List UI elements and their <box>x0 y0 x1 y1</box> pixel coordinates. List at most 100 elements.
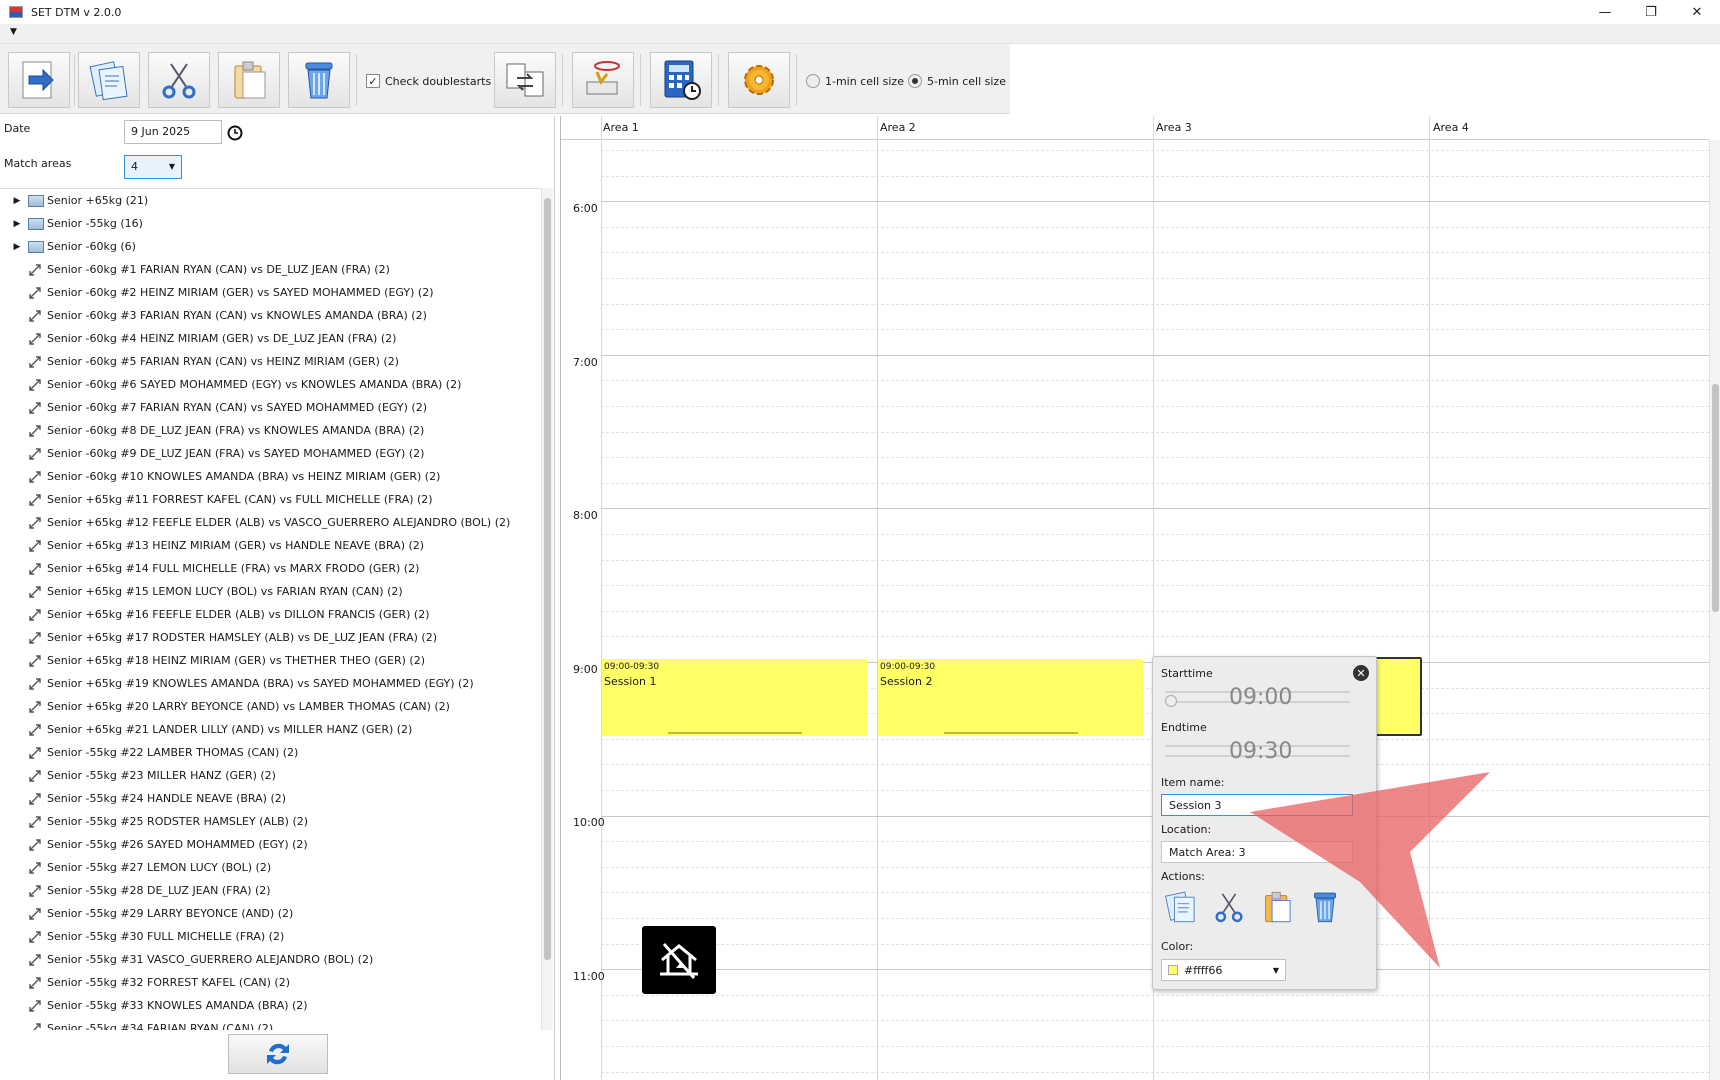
area-column-divider <box>877 116 878 1080</box>
expand-arrow-icon[interactable]: ▶ <box>10 219 24 229</box>
cell-size-1min[interactable]: 1-min cell size <box>806 74 904 88</box>
calculator-button[interactable] <box>650 52 712 108</box>
match-list-item[interactable]: Senior +65kg #15 LEMON LUCY (BOL) vs FAR… <box>0 580 540 603</box>
settings-button[interactable] <box>728 52 790 108</box>
match-list-item[interactable]: Senior -55kg #23 MILLER HANZ (GER) (2) <box>0 764 540 787</box>
match-icon <box>29 815 41 828</box>
expand-arrow-icon[interactable]: ▶ <box>10 242 24 252</box>
match-list-item[interactable]: Senior -60kg #9 DE_LUZ JEAN (FRA) vs SAY… <box>0 442 540 465</box>
match-icon <box>29 447 41 460</box>
close-icon[interactable]: ✕ <box>1353 665 1369 681</box>
scrollbar-thumb[interactable] <box>544 198 551 960</box>
match-list-panel: Date 9 Jun 2025 Match areas 4 ▼ ▶ Senior … <box>0 116 555 1080</box>
time-slot-line <box>601 559 1709 561</box>
date-field[interactable]: 9 Jun 2025 <box>124 120 222 144</box>
match-list-item[interactable]: Senior -55kg #29 LARRY BEYONCE (AND) (2) <box>0 902 540 925</box>
endtime-slider[interactable]: 09:30 <box>1165 739 1350 764</box>
match-list-item[interactable]: Senior +65kg #20 LARRY BEYONCE (AND) vs … <box>0 695 540 718</box>
match-list-item[interactable]: Senior -55kg #31 VASCO_GUERRERO ALEJANDR… <box>0 948 540 971</box>
tree-folder[interactable]: ▶ Senior +65kg (21) <box>0 189 540 212</box>
match-list-item[interactable]: Senior +65kg #17 RODSTER HAMSLEY (ALB) v… <box>0 626 540 649</box>
delete-button[interactable] <box>288 52 350 108</box>
match-list-item[interactable]: Senior -60kg #1 FARIAN RYAN (CAN) vs DE_… <box>0 258 540 281</box>
match-list-item[interactable]: Senior +65kg #19 KNOWLES AMANDA (BRA) vs… <box>0 672 540 695</box>
import-icon <box>586 61 620 95</box>
match-list-item[interactable]: Senior -60kg #2 HEINZ MIRIAM (GER) vs SA… <box>0 281 540 304</box>
cell-size-5min[interactable]: 5-min cell size <box>908 74 1006 88</box>
slider-knob[interactable] <box>1165 695 1177 707</box>
swap-button[interactable] <box>494 52 556 108</box>
menu-bar: ▼ <box>0 24 1720 44</box>
match-list-item[interactable]: Senior -60kg #7 FARIAN RYAN (CAN) vs SAY… <box>0 396 540 419</box>
cell-size-1min-radio[interactable] <box>806 74 820 88</box>
match-list-item[interactable]: Senior +65kg #11 FORREST KAFEL (CAN) vs … <box>0 488 540 511</box>
scissors-icon[interactable] <box>1211 889 1247 925</box>
match-list-item[interactable]: Senior +65kg #12 FEEFLE ELDER (ALB) vs V… <box>0 511 540 534</box>
time-slot-line <box>601 380 1709 382</box>
match-icon <box>29 1022 41 1030</box>
match-list-item[interactable]: Senior -55kg #27 LEMON LUCY (BOL) (2) <box>0 856 540 879</box>
copy-icon[interactable] <box>1163 889 1199 925</box>
clock-icon[interactable] <box>227 125 243 141</box>
time-slot-line <box>601 354 1709 356</box>
match-list-item[interactable]: Senior -55kg #30 FULL MICHELLE (FRA) (2) <box>0 925 540 948</box>
match-list-item[interactable]: Senior +65kg #13 HEINZ MIRIAM (GER) vs H… <box>0 534 540 557</box>
disconnected-network-button[interactable] <box>642 926 716 994</box>
resize-handle[interactable] <box>668 732 802 734</box>
match-list-item[interactable]: Senior -60kg #3 FARIAN RYAN (CAN) vs KNO… <box>0 304 540 327</box>
color-swatch <box>1168 965 1178 975</box>
match-list-item[interactable]: Senior -60kg #8 DE_LUZ JEAN (FRA) vs KNO… <box>0 419 540 442</box>
time-label: 6:00 <box>573 202 598 215</box>
menu-dropdown-icon[interactable]: ▼ <box>10 27 17 37</box>
match-icon <box>29 654 41 667</box>
close-button[interactable]: ✕ <box>1674 0 1720 24</box>
match-list-scrollbar[interactable] <box>541 188 553 1030</box>
refresh-button[interactable] <box>228 1034 328 1074</box>
match-list-item[interactable]: Senior +65kg #21 LANDER LILLY (AND) vs M… <box>0 718 540 741</box>
match-list-item[interactable]: Senior -55kg #24 HANDLE NEAVE (BRA) (2) <box>0 787 540 810</box>
match-list-item[interactable]: Senior -60kg #6 SAYED MOHAMMED (EGY) vs … <box>0 373 540 396</box>
cut-button[interactable] <box>148 52 210 108</box>
match-list-item[interactable]: Senior +65kg #14 FULL MICHELLE (FRA) vs … <box>0 557 540 580</box>
match-list-item[interactable]: Senior -55kg #32 FORREST KAFEL (CAN) (2) <box>0 971 540 994</box>
time-slot-line <box>601 1071 1709 1073</box>
match-list-item[interactable]: Senior -55kg #26 SAYED MOHAMMED (EGY) (2… <box>0 833 540 856</box>
item-name-label: Item name: <box>1161 776 1225 789</box>
resize-handle[interactable] <box>944 732 1078 734</box>
schedule-scrollbar[interactable] <box>1709 140 1720 1080</box>
cell-size-5min-radio[interactable] <box>908 74 922 88</box>
match-list-item[interactable]: Senior -55kg #22 LAMBER THOMAS (CAN) (2) <box>0 741 540 764</box>
match-list-item[interactable]: Senior -55kg #25 RODSTER HAMSLEY (ALB) (… <box>0 810 540 833</box>
match-list-item[interactable]: Senior +65kg #18 HEINZ MIRIAM (GER) vs T… <box>0 649 540 672</box>
match-icon <box>29 792 41 805</box>
match-list-item[interactable]: Senior -55kg #28 DE_LUZ JEAN (FRA) (2) <box>0 879 540 902</box>
session-block-area-2[interactable]: 09:00-09:30 Session 2 <box>878 659 1143 736</box>
endtime-value: 09:30 <box>1229 739 1293 764</box>
actions-label: Actions: <box>1161 870 1205 883</box>
match-list-item[interactable]: Senior -55kg #33 KNOWLES AMANDA (BRA) (2… <box>0 994 540 1017</box>
starttime-slider[interactable]: 09:00 <box>1165 685 1350 710</box>
copy-button[interactable] <box>78 52 140 108</box>
tree-folder[interactable]: ▶ Senior -60kg (6) <box>0 235 540 258</box>
check-doublestarts[interactable]: ✓ Check doublestarts <box>366 74 491 88</box>
match-icon <box>29 907 41 920</box>
import-button[interactable] <box>572 52 634 108</box>
minimize-button[interactable]: — <box>1582 0 1628 24</box>
match-icon <box>29 493 41 506</box>
match-list-item[interactable]: Senior +65kg #16 FEEFLE ELDER (ALB) vs D… <box>0 603 540 626</box>
expand-arrow-icon[interactable]: ▶ <box>10 196 24 206</box>
export-button[interactable] <box>8 52 70 108</box>
match-list-item[interactable]: Senior -60kg #10 KNOWLES AMANDA (BRA) vs… <box>0 465 540 488</box>
tree-folder[interactable]: ▶ Senior -55kg (16) <box>0 212 540 235</box>
session-block-area-1[interactable]: 09:00-09:30 Session 1 <box>602 659 867 736</box>
match-areas-select[interactable]: 4 ▼ <box>124 155 182 179</box>
match-list-item[interactable]: Senior -60kg #5 FARIAN RYAN (CAN) vs HEI… <box>0 350 540 373</box>
maximize-button[interactable]: ❐ <box>1628 0 1674 24</box>
time-slot-line <box>601 610 1709 612</box>
scrollbar-thumb[interactable] <box>1712 384 1719 612</box>
match-list-item[interactable]: Senior -55kg #34 FARIAN RYAN (CAN) (2) <box>0 1017 540 1030</box>
paste-button[interactable] <box>218 52 280 108</box>
check-doublestarts-checkbox[interactable]: ✓ <box>366 74 380 88</box>
match-list-item[interactable]: Senior -60kg #4 HEINZ MIRIAM (GER) vs DE… <box>0 327 540 350</box>
match-icon <box>29 631 41 644</box>
